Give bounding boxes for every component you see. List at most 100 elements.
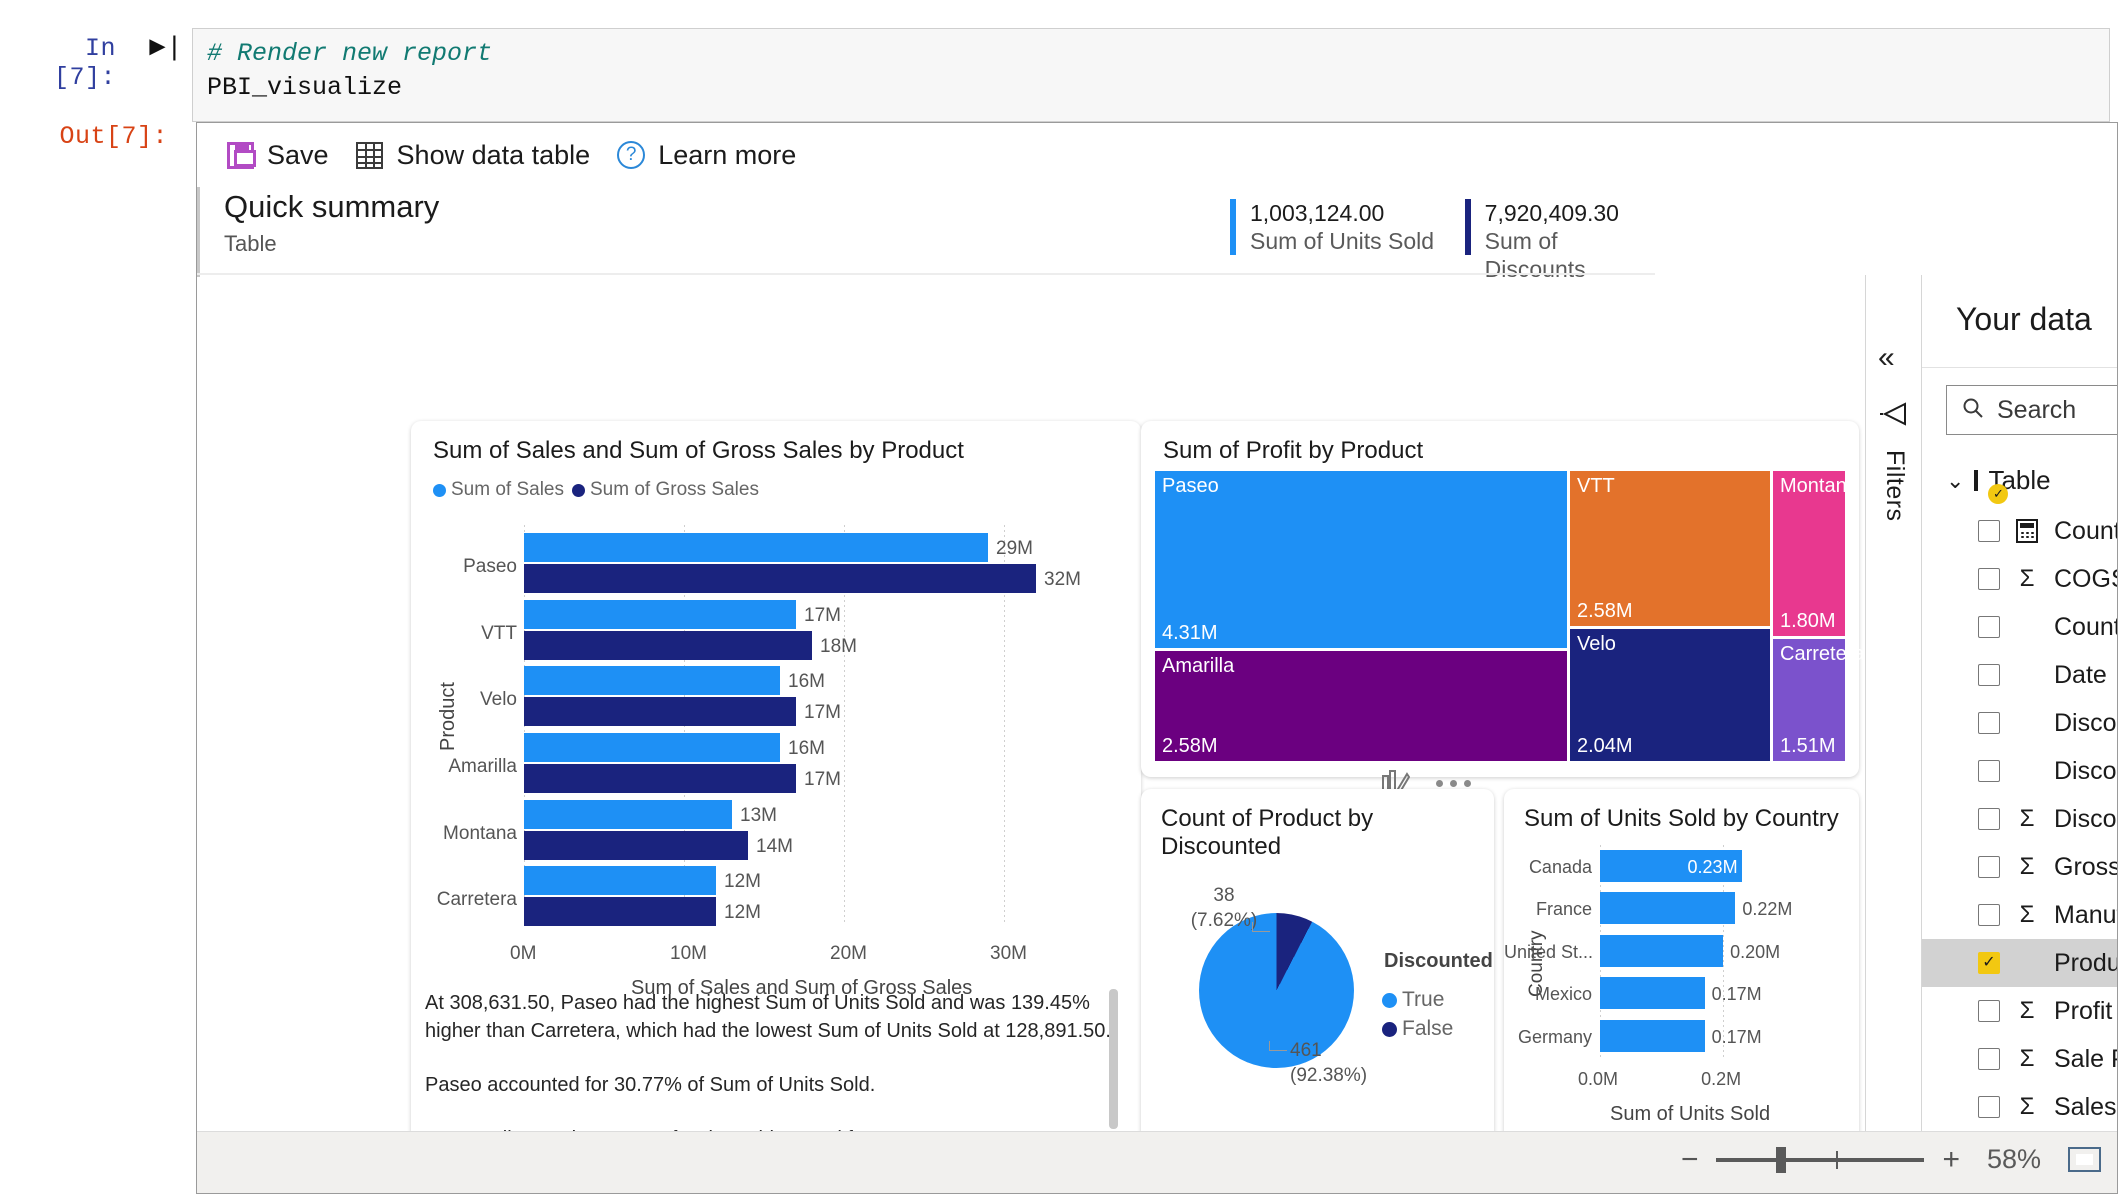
zoom-in-button[interactable]: + xyxy=(1942,1144,1960,1175)
field-row[interactable]: Discounted xyxy=(1922,747,2117,795)
field-label: Manufacturin... xyxy=(2054,900,2117,929)
data-table-node[interactable]: ⌄ ✓ Table xyxy=(1946,465,2051,504)
field-label: Count of rows xyxy=(2054,516,2118,545)
bar[interactable] xyxy=(1600,1019,1705,1052)
field-row[interactable]: Discount Band xyxy=(1922,699,2117,747)
zoom-slider[interactable] xyxy=(1716,1146,1925,1173)
save-button[interactable]: Save xyxy=(221,136,351,175)
field-row[interactable]: Σ Sales xyxy=(1922,1083,2117,1131)
show-data-table-button[interactable]: Show data table xyxy=(351,136,613,175)
field-checkbox[interactable] xyxy=(1978,856,2000,878)
zoom-out-button[interactable]: − xyxy=(1681,1144,1699,1175)
category-label: Velo xyxy=(480,689,517,711)
field-label: Discounted xyxy=(2054,756,2117,785)
legend-item-sum-of-gross-sales[interactable]: Sum of Gross Sales xyxy=(572,479,759,501)
chevron-down-icon[interactable]: ⌄ xyxy=(1946,468,1964,494)
field-checkbox[interactable] xyxy=(1978,904,2000,926)
field-checkbox[interactable] xyxy=(1978,568,2000,590)
field-label: Profit xyxy=(2054,996,2113,1025)
field-checkbox[interactable] xyxy=(1978,808,2000,830)
header-divider xyxy=(197,273,1655,275)
bar[interactable] xyxy=(524,799,732,829)
search-icon xyxy=(1961,396,1985,425)
bar-value-label: 18M xyxy=(820,635,857,657)
bar[interactable] xyxy=(1600,934,1724,967)
field-checkbox[interactable] xyxy=(1978,760,2000,782)
field-checkbox[interactable] xyxy=(1978,1048,2000,1070)
bar[interactable] xyxy=(524,897,716,927)
bar[interactable] xyxy=(524,733,780,762)
sigma-icon: Σ xyxy=(2019,901,2035,928)
fit-to-page-icon[interactable] xyxy=(2068,1147,2101,1172)
field-row[interactable]: Σ Gross Sales xyxy=(1922,843,2117,891)
code-editor[interactable]: # Render new report PBI_visualize xyxy=(192,28,2110,122)
field-row[interactable]: Σ Sale Price xyxy=(1922,1035,2117,1083)
zoom-control[interactable]: − + 58% xyxy=(1681,1144,2101,1175)
bar[interactable] xyxy=(1600,977,1705,1010)
learn-more-button[interactable]: ? Learn more xyxy=(612,136,818,175)
narrative-paragraph: Paseo accounted for 30.77% of Sum of Uni… xyxy=(425,1074,876,1096)
field-checkbox[interactable] xyxy=(1978,1096,2000,1118)
treemap-tile[interactable]: Velo 2.04M xyxy=(1570,629,1770,761)
run-cell-icon[interactable]: ►| xyxy=(144,30,178,62)
bar[interactable] xyxy=(524,564,1036,593)
filter-funnel-icon[interactable] xyxy=(1880,401,1908,432)
treemap-tile[interactable]: Carretera 1.51M xyxy=(1773,639,1864,761)
field-checkbox[interactable]: ✓ xyxy=(1978,952,2000,974)
bar[interactable] xyxy=(524,697,796,727)
field-checkbox[interactable] xyxy=(1978,520,2000,542)
narrative-scrollbar[interactable] xyxy=(1109,989,1118,1129)
field-checkbox[interactable] xyxy=(1978,1000,2000,1022)
bar[interactable] xyxy=(524,666,780,696)
search-input[interactable]: Search xyxy=(1946,385,2117,435)
field-label: Country xyxy=(2054,612,2117,641)
help-icon: ? xyxy=(616,140,646,170)
save-button-label: Save xyxy=(267,139,329,170)
field-row[interactable]: Σ Profit xyxy=(1922,987,2117,1035)
code-comment-line: # Render new report xyxy=(207,39,493,68)
treemap-tile[interactable]: Montana 1.80M xyxy=(1773,471,1858,636)
treemap-tile[interactable]: Amarilla 2.58M xyxy=(1155,651,1567,761)
pie-legend-item-true[interactable]: True xyxy=(1382,988,1444,1012)
field-checkbox[interactable] xyxy=(1978,616,2000,638)
legend-swatch-icon xyxy=(1382,1021,1397,1037)
bar-value-label: 13M xyxy=(740,804,777,826)
sigma-icon: Σ xyxy=(2019,565,2035,592)
visual-card-profit-by-product[interactable]: Sum of Profit by Product Paseo 4.31M Amari… xyxy=(1141,421,1864,777)
pie-legend-item-false[interactable]: False xyxy=(1382,1017,1453,1041)
chart-legend[interactable]: Sum of Sales Sum of Gross Sales xyxy=(433,479,765,501)
legend-item-sum-of-sales[interactable]: Sum of Sales xyxy=(433,479,564,501)
field-row[interactable]: Date xyxy=(1922,651,2117,699)
field-row[interactable]: Σ COGS xyxy=(1922,555,2117,603)
zoom-slider-thumb[interactable] xyxy=(1776,1146,1787,1173)
table-icon: ✓ xyxy=(1974,469,2009,504)
more-options-icon[interactable] xyxy=(1436,780,1471,787)
treemap-tile[interactable]: Paseo 4.31M xyxy=(1155,471,1567,648)
category-label: VTT xyxy=(481,622,517,644)
field-row[interactable]: Country xyxy=(1922,603,2117,651)
kpi-card-discounts: 7,920,409.30 Sum of Discounts xyxy=(1465,199,1655,283)
field-checkbox[interactable] xyxy=(1978,664,2000,686)
field-row[interactable]: ✓ Product xyxy=(1922,939,2117,987)
bar-value-label: 12M xyxy=(724,871,761,893)
page-subtitle: Table xyxy=(224,231,277,256)
narrative-text-visual[interactable]: At 308,631.50, Paseo had the highest Sum… xyxy=(425,989,1115,1135)
bar[interactable] xyxy=(524,830,748,860)
double-chevron-left-icon[interactable]: « xyxy=(1878,343,1895,373)
bar[interactable] xyxy=(524,630,812,660)
treemap-tile[interactable]: VTT 2.58M xyxy=(1570,471,1770,626)
field-checkbox[interactable] xyxy=(1978,712,2000,734)
field-row[interactable]: Σ Manufacturin... xyxy=(1922,891,2117,939)
sigma-icon: Σ xyxy=(2019,853,2035,880)
visual-card-units-by-country[interactable]: Sum of Units Sold by Country Country Sum… xyxy=(1504,789,1859,1145)
field-row[interactable]: Σ Discounts xyxy=(1922,795,2117,843)
bar[interactable] xyxy=(524,866,716,896)
pie-legend-title: Discounted xyxy=(1384,950,1493,972)
bar-value-label: 14M xyxy=(756,835,793,857)
bar[interactable] xyxy=(1600,892,1736,925)
filters-label[interactable]: Filters xyxy=(1880,450,1909,522)
bar[interactable] xyxy=(524,764,796,793)
field-row[interactable]: Count of rows xyxy=(1922,507,2118,555)
bar[interactable] xyxy=(524,599,796,629)
bar[interactable] xyxy=(524,533,988,562)
